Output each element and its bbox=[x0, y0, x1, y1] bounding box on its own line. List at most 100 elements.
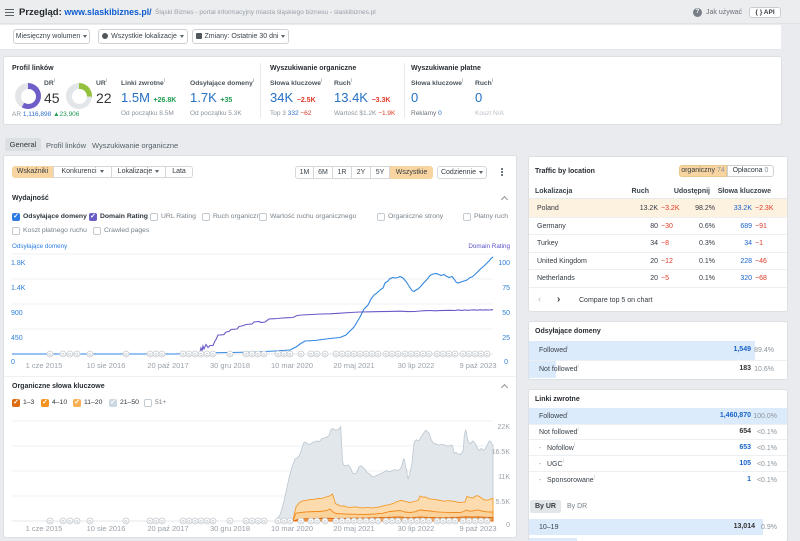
svg-text:20 paź 2017: 20 paź 2017 bbox=[147, 361, 188, 370]
svg-text:G: G bbox=[48, 519, 51, 524]
svg-text:G: G bbox=[288, 519, 291, 524]
svg-text:G: G bbox=[352, 352, 355, 357]
svg-text:G: G bbox=[282, 352, 285, 357]
svg-text:16.5K: 16.5K bbox=[492, 449, 511, 456]
svg-text:9 paź 2023: 9 paź 2023 bbox=[459, 361, 496, 370]
svg-text:100: 100 bbox=[498, 260, 510, 267]
svg-text:1.8K: 1.8K bbox=[11, 260, 26, 267]
svg-text:G: G bbox=[193, 519, 196, 524]
svg-text:G: G bbox=[256, 519, 259, 524]
svg-text:G: G bbox=[453, 352, 456, 357]
svg-text:G: G bbox=[461, 519, 464, 524]
svg-text:G: G bbox=[370, 352, 373, 357]
svg-text:5.5K: 5.5K bbox=[496, 499, 511, 506]
svg-text:G: G bbox=[346, 519, 349, 524]
svg-text:G: G bbox=[340, 519, 343, 524]
svg-text:G: G bbox=[427, 352, 430, 357]
svg-text:50: 50 bbox=[502, 310, 510, 317]
svg-text:G: G bbox=[262, 519, 265, 524]
svg-text:0: 0 bbox=[11, 359, 15, 366]
svg-text:0: 0 bbox=[506, 522, 510, 529]
svg-text:G: G bbox=[299, 519, 302, 524]
svg-text:G: G bbox=[435, 352, 438, 357]
svg-text:G: G bbox=[403, 519, 406, 524]
svg-text:G: G bbox=[467, 352, 470, 357]
svg-text:G: G bbox=[48, 352, 51, 357]
svg-text:1.4K: 1.4K bbox=[11, 285, 26, 292]
svg-text:G: G bbox=[315, 352, 318, 357]
svg-text:G: G bbox=[124, 519, 127, 524]
svg-text:G: G bbox=[403, 352, 406, 357]
svg-text:G: G bbox=[250, 352, 253, 357]
svg-text:G: G bbox=[244, 519, 247, 524]
svg-text:75: 75 bbox=[502, 285, 510, 292]
svg-text:G: G bbox=[148, 352, 151, 357]
svg-text:G: G bbox=[244, 352, 247, 357]
svg-text:G: G bbox=[323, 352, 326, 357]
svg-text:G: G bbox=[323, 519, 326, 524]
svg-text:G: G bbox=[309, 519, 312, 524]
svg-text:G: G bbox=[256, 352, 259, 357]
svg-text:20 paź 2017: 20 paź 2017 bbox=[147, 524, 188, 533]
svg-text:G: G bbox=[199, 352, 202, 357]
svg-text:G: G bbox=[396, 352, 399, 357]
svg-text:G: G bbox=[68, 352, 71, 357]
svg-text:G: G bbox=[364, 519, 367, 524]
svg-text:G: G bbox=[309, 352, 312, 357]
svg-text:G: G bbox=[352, 519, 355, 524]
svg-text:30 lip 2022: 30 lip 2022 bbox=[398, 361, 435, 370]
svg-text:900: 900 bbox=[11, 310, 23, 317]
svg-text:G: G bbox=[187, 519, 190, 524]
svg-text:G: G bbox=[435, 519, 438, 524]
svg-text:G: G bbox=[187, 352, 190, 357]
svg-text:G: G bbox=[473, 352, 476, 357]
svg-text:G: G bbox=[193, 352, 196, 357]
svg-text:G: G bbox=[461, 352, 464, 357]
svg-text:G: G bbox=[358, 519, 361, 524]
svg-text:G: G bbox=[315, 519, 318, 524]
svg-text:G: G bbox=[154, 352, 157, 357]
svg-text:G: G bbox=[415, 519, 418, 524]
svg-text:G: G bbox=[396, 519, 399, 524]
svg-text:G: G bbox=[376, 519, 379, 524]
svg-text:30 lip 2022: 30 lip 2022 bbox=[398, 524, 435, 533]
svg-text:G: G bbox=[205, 352, 208, 357]
svg-text:G: G bbox=[228, 519, 231, 524]
svg-text:G: G bbox=[479, 519, 482, 524]
svg-text:G: G bbox=[340, 352, 343, 357]
svg-text:G: G bbox=[384, 519, 387, 524]
svg-text:G: G bbox=[228, 352, 231, 357]
svg-text:G: G bbox=[124, 352, 127, 357]
svg-text:G: G bbox=[415, 352, 418, 357]
svg-text:G: G bbox=[211, 352, 214, 357]
svg-text:20 maj 2021: 20 maj 2021 bbox=[333, 524, 374, 533]
svg-text:G: G bbox=[160, 519, 163, 524]
svg-text:22K: 22K bbox=[498, 424, 511, 431]
svg-text:1 cze 2015: 1 cze 2015 bbox=[26, 361, 63, 370]
svg-text:30 gru 2018: 30 gru 2018 bbox=[210, 524, 250, 533]
svg-text:G: G bbox=[441, 352, 444, 357]
svg-text:G: G bbox=[390, 519, 393, 524]
svg-text:G: G bbox=[409, 352, 412, 357]
svg-text:G: G bbox=[453, 519, 456, 524]
svg-text:G: G bbox=[250, 519, 253, 524]
svg-text:G: G bbox=[88, 352, 91, 357]
svg-text:G: G bbox=[181, 519, 184, 524]
svg-text:G: G bbox=[61, 352, 64, 357]
svg-text:10 mar 2020: 10 mar 2020 bbox=[271, 524, 313, 533]
svg-text:G: G bbox=[421, 519, 424, 524]
svg-text:G: G bbox=[205, 519, 208, 524]
svg-text:G: G bbox=[75, 519, 78, 524]
svg-text:10 sie 2016: 10 sie 2016 bbox=[87, 524, 126, 533]
svg-text:G: G bbox=[288, 352, 291, 357]
svg-text:20 maj 2021: 20 maj 2021 bbox=[333, 361, 374, 370]
svg-text:G: G bbox=[479, 352, 482, 357]
svg-text:G: G bbox=[364, 352, 367, 357]
svg-text:G: G bbox=[68, 519, 71, 524]
svg-text:G: G bbox=[61, 519, 64, 524]
svg-text:G: G bbox=[148, 519, 151, 524]
svg-text:10 sie 2016: 10 sie 2016 bbox=[87, 361, 126, 370]
svg-text:G: G bbox=[334, 519, 337, 524]
svg-text:G: G bbox=[88, 519, 91, 524]
svg-text:G: G bbox=[75, 352, 78, 357]
